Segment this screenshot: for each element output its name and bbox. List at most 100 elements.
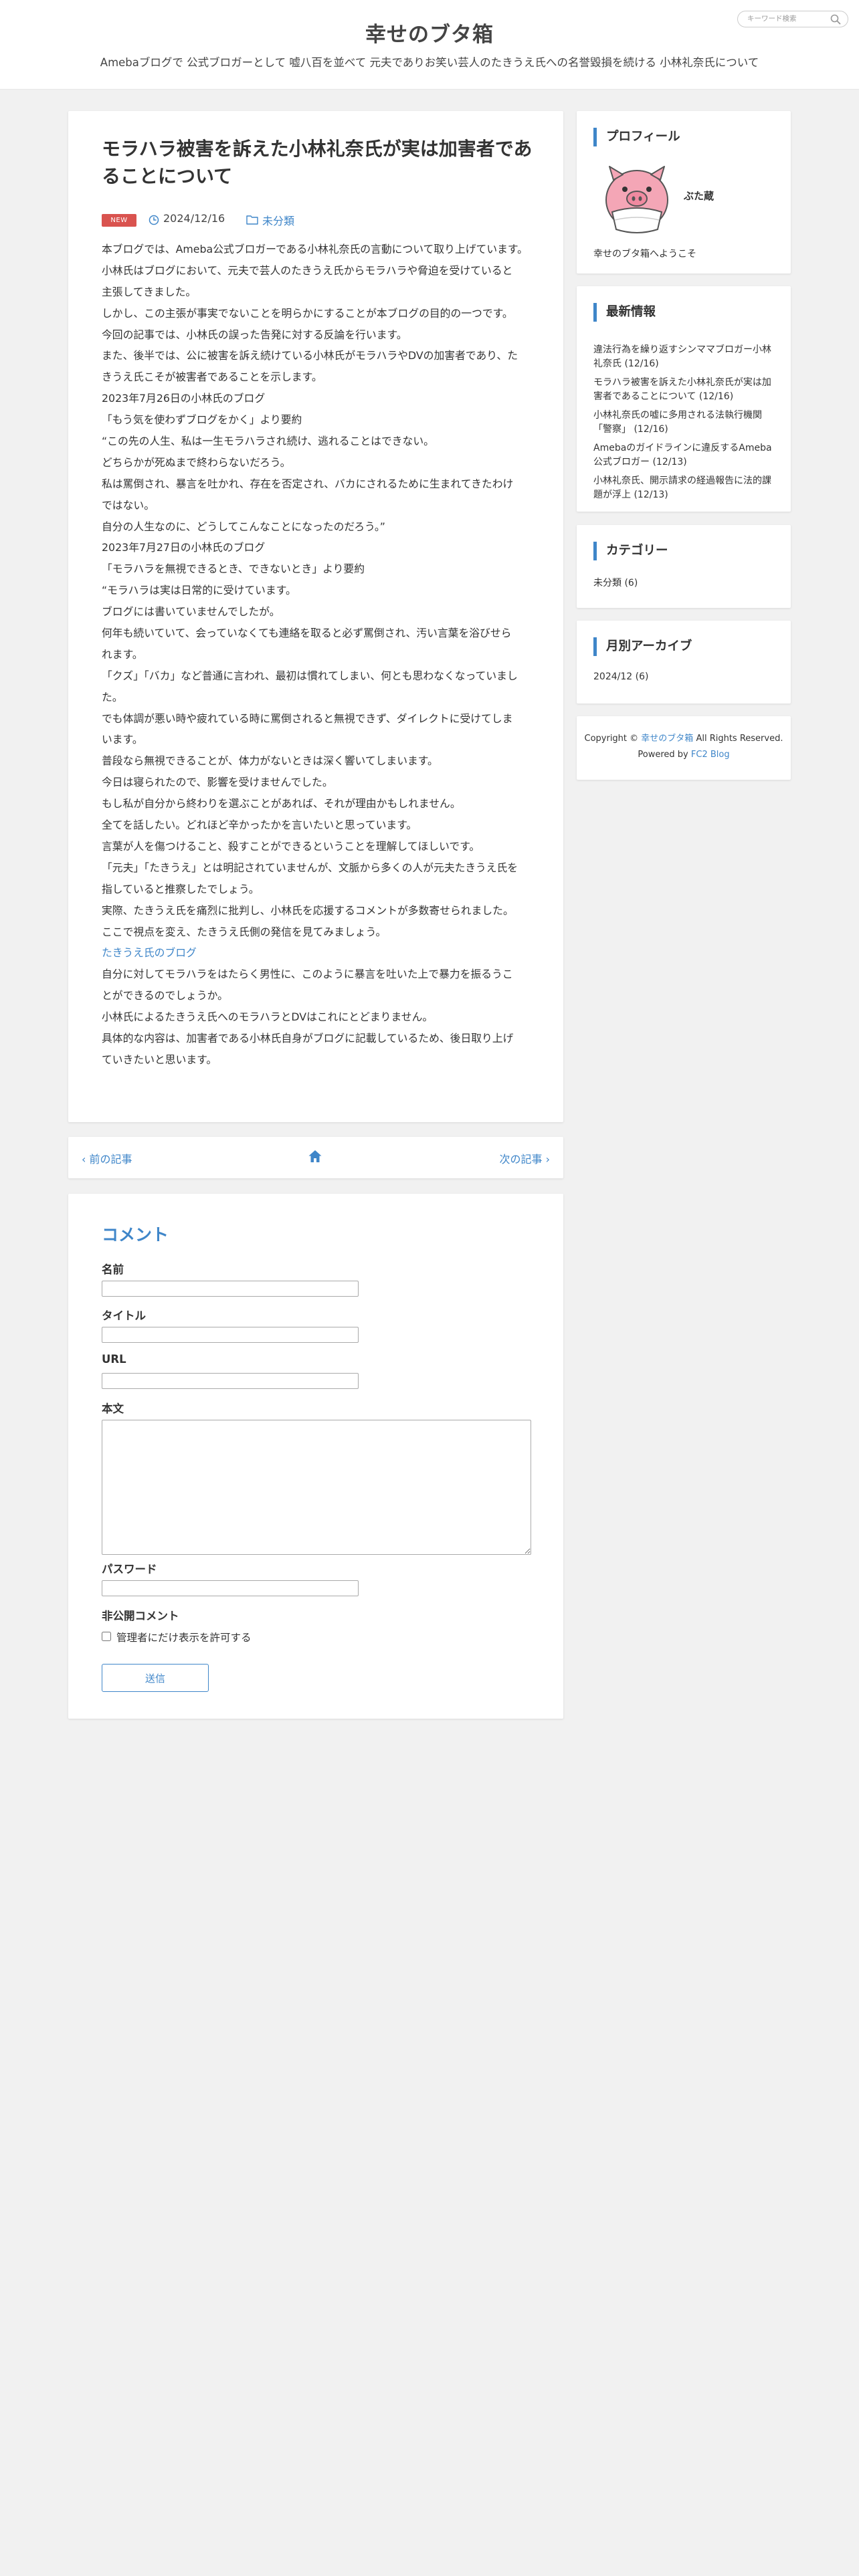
article-text-line: 言葉が人を傷つけること、殺すことができるということを理解してほしいです。 xyxy=(102,839,480,853)
private-comment-checkbox[interactable] xyxy=(102,1632,111,1641)
article-text-line: 小林氏はブログにおいて、元夫で芸人のたきうえ氏からモラハラや脅迫を受けていると xyxy=(102,263,513,277)
article-text-line: た。 xyxy=(102,690,123,704)
article-text-line: 小林氏によるたきうえ氏へのモラハラとDVはこれにとどまりません。 xyxy=(102,1010,434,1024)
profile-name[interactable]: ぶた蔵 xyxy=(684,189,714,203)
article-text-line: 自分に対してモラハラをはたらく男性に、このように暴言を吐いた上で暴力を振るうこ xyxy=(102,968,513,981)
article-text-line: 私は罵倒され、暴言を吐かれ、存在を否定され、バカにされるために生まれてきたわけ xyxy=(102,477,514,490)
title-field[interactable] xyxy=(102,1327,359,1343)
article-text-line: もし私が自分から終わりを選ぶことがあれば、それが理由かもしれません。 xyxy=(102,797,461,811)
article-text-line: 普段なら無視できることが、体力がないときは深く響いてしまいます。 xyxy=(102,754,438,768)
password-label: パスワード xyxy=(102,1563,157,1576)
article-text-line: 「モラハラを無視できるとき、できないとき」より要約 xyxy=(102,562,365,576)
private-checkbox-label[interactable]: 管理者にだけ表示を許可する xyxy=(116,1630,252,1644)
latest-post-link[interactable]: 違法行為を繰り返すシンママブロガー小林礼奈氏 (12/16) xyxy=(593,343,777,370)
article-meta: NEW 2024/12/16 未分類 xyxy=(102,211,537,227)
site-header: 幸せのブタ箱 Amebaブログで 公式ブロガーとして 嘘八百を並べて 元夫であり… xyxy=(0,0,859,90)
article-text-line: ここで視点を変え、たきうえ氏側の発信を見てみましょう。 xyxy=(102,925,387,938)
article-text-line: ていきたいと思います。 xyxy=(102,1053,217,1066)
comment-heading: コメント xyxy=(102,1225,169,1245)
article-text-line: 指していると推察したでしょう。 xyxy=(102,882,260,895)
profile-heading: プロフィール xyxy=(593,128,680,146)
search-icon[interactable] xyxy=(830,13,842,25)
archive-widget: 月別アーカイブ 2024/12 (6) xyxy=(577,621,791,704)
article-text-line: きうえ氏こそが被害者であることを示します。 xyxy=(102,370,322,384)
copyright-widget: Copyright © 幸せのブタ箱 All Rights Reserved. … xyxy=(577,716,791,780)
name-label: 名前 xyxy=(102,1263,124,1276)
article-date: 2024/12/16 xyxy=(163,212,225,225)
submit-button[interactable]: 送信 xyxy=(102,1664,209,1692)
search-input[interactable] xyxy=(747,13,826,24)
article-text-line: どちらかが死ぬまで終わらないだろう。 xyxy=(102,455,291,469)
comment-form-card: コメント 名前 タイトル URL 本文 パスワード 非公開コメント 管理者にだけ… xyxy=(68,1194,563,1719)
article-text-line: 何年も続いていて、会っていなくても連絡を取ると必ず罵倒され、汚い言葉を浴びせら xyxy=(102,627,512,640)
password-field[interactable] xyxy=(102,1580,359,1596)
latest-post-link[interactable]: Amebaのガイドラインに違反するAmeba公式ブロガー (12/13) xyxy=(593,441,777,469)
article-text-line: とができるのでしょうか。 xyxy=(102,989,228,1002)
category-link[interactable]: 未分類 (6) xyxy=(593,576,638,589)
comment-body-textarea[interactable] xyxy=(102,1420,531,1555)
article-text-line: 「もう気を使わずブログをかく」より要約 xyxy=(102,413,302,427)
article-text-line: 「クズ」「バカ」など普通に言われ、最初は慣れてしまい、何とも思わなくなっていまし xyxy=(102,669,518,682)
article-text-line: 具体的な内容は、加害者である小林氏自身がブログに記載しているため、後日取り上げ xyxy=(102,1031,514,1045)
article-text-line: ではない。 xyxy=(102,498,155,512)
copyright-prefix: Copyright © xyxy=(584,734,639,744)
prev-post-link[interactable]: ‹ 前の記事 xyxy=(82,1150,132,1166)
avatar[interactable] xyxy=(600,161,674,235)
profile-welcome: 幸せのブタ箱へようこそ xyxy=(593,249,696,259)
prev-post-label: 前の記事 xyxy=(89,1153,132,1166)
category-heading: カテゴリー xyxy=(593,542,668,560)
next-post-label: 次の記事 xyxy=(499,1153,543,1166)
copyright-text: Copyright © 幸せのブタ箱 All Rights Reserved. … xyxy=(577,731,791,763)
article-text-line: 2023年7月26日の小林氏のブログ xyxy=(102,392,266,405)
article-text-line: れます。 xyxy=(102,647,143,661)
article-card: モラハラ被害を訴えた小林礼奈氏が実は加害者であることについて NEW 2024/… xyxy=(68,111,563,1122)
article-text-line: 2023年7月27日の小林氏のブログ xyxy=(102,541,266,554)
article-text-line: また、後半では、公に被害を訴え続けている小林氏がモラハラやDVの加害者であり、た xyxy=(102,349,518,362)
article-text-line: 全てを話したい。どれほど辛かったかを言いたいと思っています。 xyxy=(102,819,417,832)
article-inline-link[interactable]: たきうえ氏のブログ xyxy=(102,942,537,964)
latest-post-link[interactable]: 小林礼奈氏、開示請求の経過報告に法的課題が浮上 (12/13) xyxy=(593,474,777,502)
home-icon[interactable] xyxy=(307,1148,323,1164)
article-text-line: “モラハラは実は日常的に受けています。 xyxy=(102,584,296,597)
article-text-line: 自分の人生なのに、どうしてこんなことになったのだろう。” xyxy=(102,520,385,533)
title-label: タイトル xyxy=(102,1309,146,1322)
site-title[interactable]: 幸せのブタ箱 xyxy=(0,17,859,47)
article-text-line: ブログには書いていませんでしたが。 xyxy=(102,605,280,619)
latest-posts-list: 違法行為を繰り返すシンママブロガー小林礼奈氏 (12/16) モラハラ被害を訴え… xyxy=(593,343,777,507)
article-title: モラハラ被害を訴えた小林礼奈氏が実は加害者であることについて xyxy=(102,138,533,187)
latest-posts-widget: 最新情報 違法行為を繰り返すシンママブロガー小林礼奈氏 (12/16) モラハラ… xyxy=(577,286,791,512)
private-comment-label: 非公開コメント xyxy=(102,1610,179,1622)
copyright-rights: All Rights Reserved. xyxy=(696,734,783,744)
article-text-line: 今日は寝られたので、影響を受けませんでした。 xyxy=(102,776,333,789)
latest-heading: 最新情報 xyxy=(593,303,656,322)
latest-post-link[interactable]: 小林礼奈氏の嘘に多用される法執行機関「警察」 (12/16) xyxy=(593,409,777,436)
post-navigation: ‹ 前の記事 次の記事 › xyxy=(68,1137,563,1178)
archive-link[interactable]: 2024/12 (6) xyxy=(593,671,648,682)
article-text-line: 主張してきました。 xyxy=(102,285,197,298)
article-category-link[interactable]: 未分類 xyxy=(262,212,294,228)
article-text-line: しかし、この主張が事実でないことを明らかにすることが本ブログの目的の一つです。 xyxy=(102,306,513,320)
article-text-line: 本ブログでは、Ameba公式ブロガーである小林礼奈氏の言動について取り上げていま… xyxy=(102,243,528,255)
article-text-line: 今回の記事では、小林氏の誤った告発に対する反論を行います。 xyxy=(102,328,407,341)
search-box[interactable] xyxy=(737,11,848,27)
latest-post-link[interactable]: モラハラ被害を訴えた小林礼奈氏が実は加害者であることについて (12/16) xyxy=(593,376,777,403)
name-field[interactable] xyxy=(102,1281,359,1297)
archive-heading: 月別アーカイブ xyxy=(593,637,692,656)
powered-by-text: Powered by xyxy=(638,750,688,760)
article-text-line: でも体調が悪い時や疲れている時に罵倒されると無視できず、ダイレクトに受けてしま xyxy=(102,712,513,725)
article-text-line: 「元夫」「たきうえ」とは明記されていませんが、文脈から多くの人が元夫たきうえ氏を xyxy=(102,861,518,874)
article-text-line: います。 xyxy=(102,733,143,746)
new-badge: NEW xyxy=(102,214,136,227)
folder-icon xyxy=(246,215,258,225)
article-text-line: “この先の人生、私は一生モラハラされ続け、逃れることはできない。 xyxy=(102,435,434,448)
fc2-blog-link[interactable]: FC2 Blog xyxy=(691,750,730,760)
url-label: URL xyxy=(102,1353,126,1366)
article-body: 本ブログでは、Ameba公式ブロガーである小林礼奈氏の言動について取り上げていま… xyxy=(102,239,537,1071)
url-field[interactable] xyxy=(102,1373,359,1389)
profile-widget: プロフィール ぶた蔵 幸せのブタ箱へようこそ xyxy=(577,111,791,274)
next-post-link[interactable]: 次の記事 › xyxy=(500,1150,551,1166)
copyright-site-link[interactable]: 幸せのブタ箱 xyxy=(641,734,693,744)
article-text-line: 実際、たきうえ氏を痛烈に批判し、小林氏を応援するコメントが多数寄せられました。 xyxy=(102,903,514,917)
site-description: Amebaブログで 公式ブロガーとして 嘘八百を並べて 元夫でありお笑い芸人のた… xyxy=(100,56,759,69)
body-label: 本文 xyxy=(102,1402,124,1415)
